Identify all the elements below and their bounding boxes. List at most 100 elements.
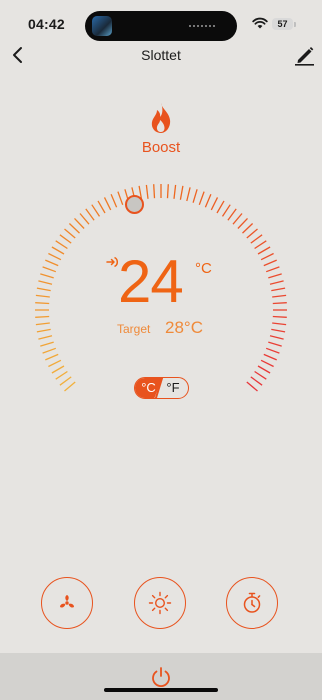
dial-tick [268, 273, 282, 279]
dial-tick [145, 184, 149, 199]
dial-tick [38, 335, 53, 340]
light-button[interactable] [134, 577, 186, 629]
dial-tick [254, 370, 267, 380]
wifi-icon [252, 17, 268, 29]
dial-tick [59, 234, 72, 244]
dial-tick [51, 246, 65, 255]
dial-tick [110, 194, 118, 208]
dial-tick [263, 353, 277, 361]
dial-tick [35, 322, 50, 326]
dial-tick [64, 228, 76, 239]
mode-label: Boost [141, 139, 181, 156]
current-temperature: 24 [118, 248, 184, 315]
dial-handle[interactable] [125, 195, 144, 214]
dial-tick [59, 376, 72, 386]
dial-tick [74, 217, 85, 229]
dynamic-island [85, 11, 237, 41]
status-time: 04:42 [28, 16, 65, 32]
dial-tick [51, 365, 65, 374]
dial-tick [48, 359, 62, 368]
dial-tick [55, 240, 68, 250]
dial-tick [153, 184, 156, 199]
dial-tick [48, 252, 62, 261]
dial-tick [204, 194, 212, 208]
unit-toggle[interactable]: °C °F [134, 377, 189, 399]
dial-tick [265, 266, 280, 273]
fahrenheit-option[interactable]: °F [158, 378, 188, 398]
dial-tick [42, 347, 57, 354]
dial-tick [263, 259, 277, 267]
dial-tick [250, 376, 263, 386]
dial-tick [272, 315, 287, 318]
battery-level: 57 [277, 19, 288, 29]
dial-tick [179, 185, 184, 200]
home-indicator [104, 688, 218, 692]
dial-tick [257, 365, 271, 374]
dial-tick [166, 184, 169, 199]
target-label: Target [117, 322, 151, 336]
dial-tick [268, 341, 282, 347]
dial-tick [250, 234, 263, 244]
dial-tick [85, 208, 95, 221]
sun-icon [148, 591, 172, 615]
dial-tick [269, 335, 284, 340]
dial-tick [38, 280, 53, 285]
dial-tick [35, 315, 50, 318]
dial-tick [64, 381, 76, 392]
target-temperature: 28°C [165, 318, 203, 337]
dial-tick [198, 191, 205, 206]
status-bar: 04:42 57 [0, 0, 322, 48]
dial-tick [260, 252, 274, 261]
dial-tick [103, 197, 112, 211]
dial-tick [246, 228, 258, 239]
temperature-unit: °C [195, 260, 212, 277]
fan-button[interactable] [41, 577, 93, 629]
dial-tick [269, 280, 284, 285]
dial-tick [237, 217, 248, 229]
dial-tick [221, 204, 231, 217]
fan-icon [60, 595, 74, 608]
dial-tick [55, 370, 68, 380]
battery-tip [294, 22, 296, 27]
dial-tick [227, 208, 237, 221]
dial-tick [242, 223, 254, 234]
dial-tick [91, 204, 101, 217]
dial-tick [173, 184, 177, 199]
inlet-arrow-icon [106, 256, 118, 268]
dial-tick [246, 381, 258, 392]
dial-tick [210, 197, 219, 211]
dial-tick [271, 287, 286, 292]
power-icon[interactable] [149, 665, 173, 689]
dial-tick [257, 246, 271, 255]
timer-button[interactable] [226, 577, 278, 629]
dial-tick [117, 191, 124, 206]
dial-tick [254, 240, 267, 250]
dial-tick [42, 266, 57, 273]
dial-tick [272, 294, 287, 298]
page-title: Slottet [141, 47, 181, 63]
dial-tick [260, 359, 274, 368]
dial-tick [36, 287, 51, 292]
dial-tick [265, 347, 280, 354]
dial-tick [186, 187, 191, 202]
dial-tick [271, 328, 286, 333]
dial-tick [45, 353, 59, 361]
stopwatch-icon [243, 592, 261, 613]
edit-pencil-icon[interactable] [290, 40, 318, 68]
dial-tick [45, 259, 59, 267]
dial-tick [192, 189, 198, 203]
dial-tick [35, 302, 50, 305]
dial-tick [272, 302, 287, 305]
dial-tick [68, 223, 80, 234]
flame-icon [151, 103, 171, 133]
dial-tick [272, 322, 287, 326]
dial-tick [216, 200, 225, 214]
dial-tick [79, 213, 90, 225]
dial-tick [40, 273, 54, 279]
dial-tick [232, 213, 243, 225]
dial-tick [35, 294, 50, 298]
now-playing-thumbnail [92, 16, 112, 36]
battery-indicator: 57 [272, 18, 293, 30]
dial-tick [97, 200, 106, 214]
audio-waveform-icon [189, 25, 215, 27]
